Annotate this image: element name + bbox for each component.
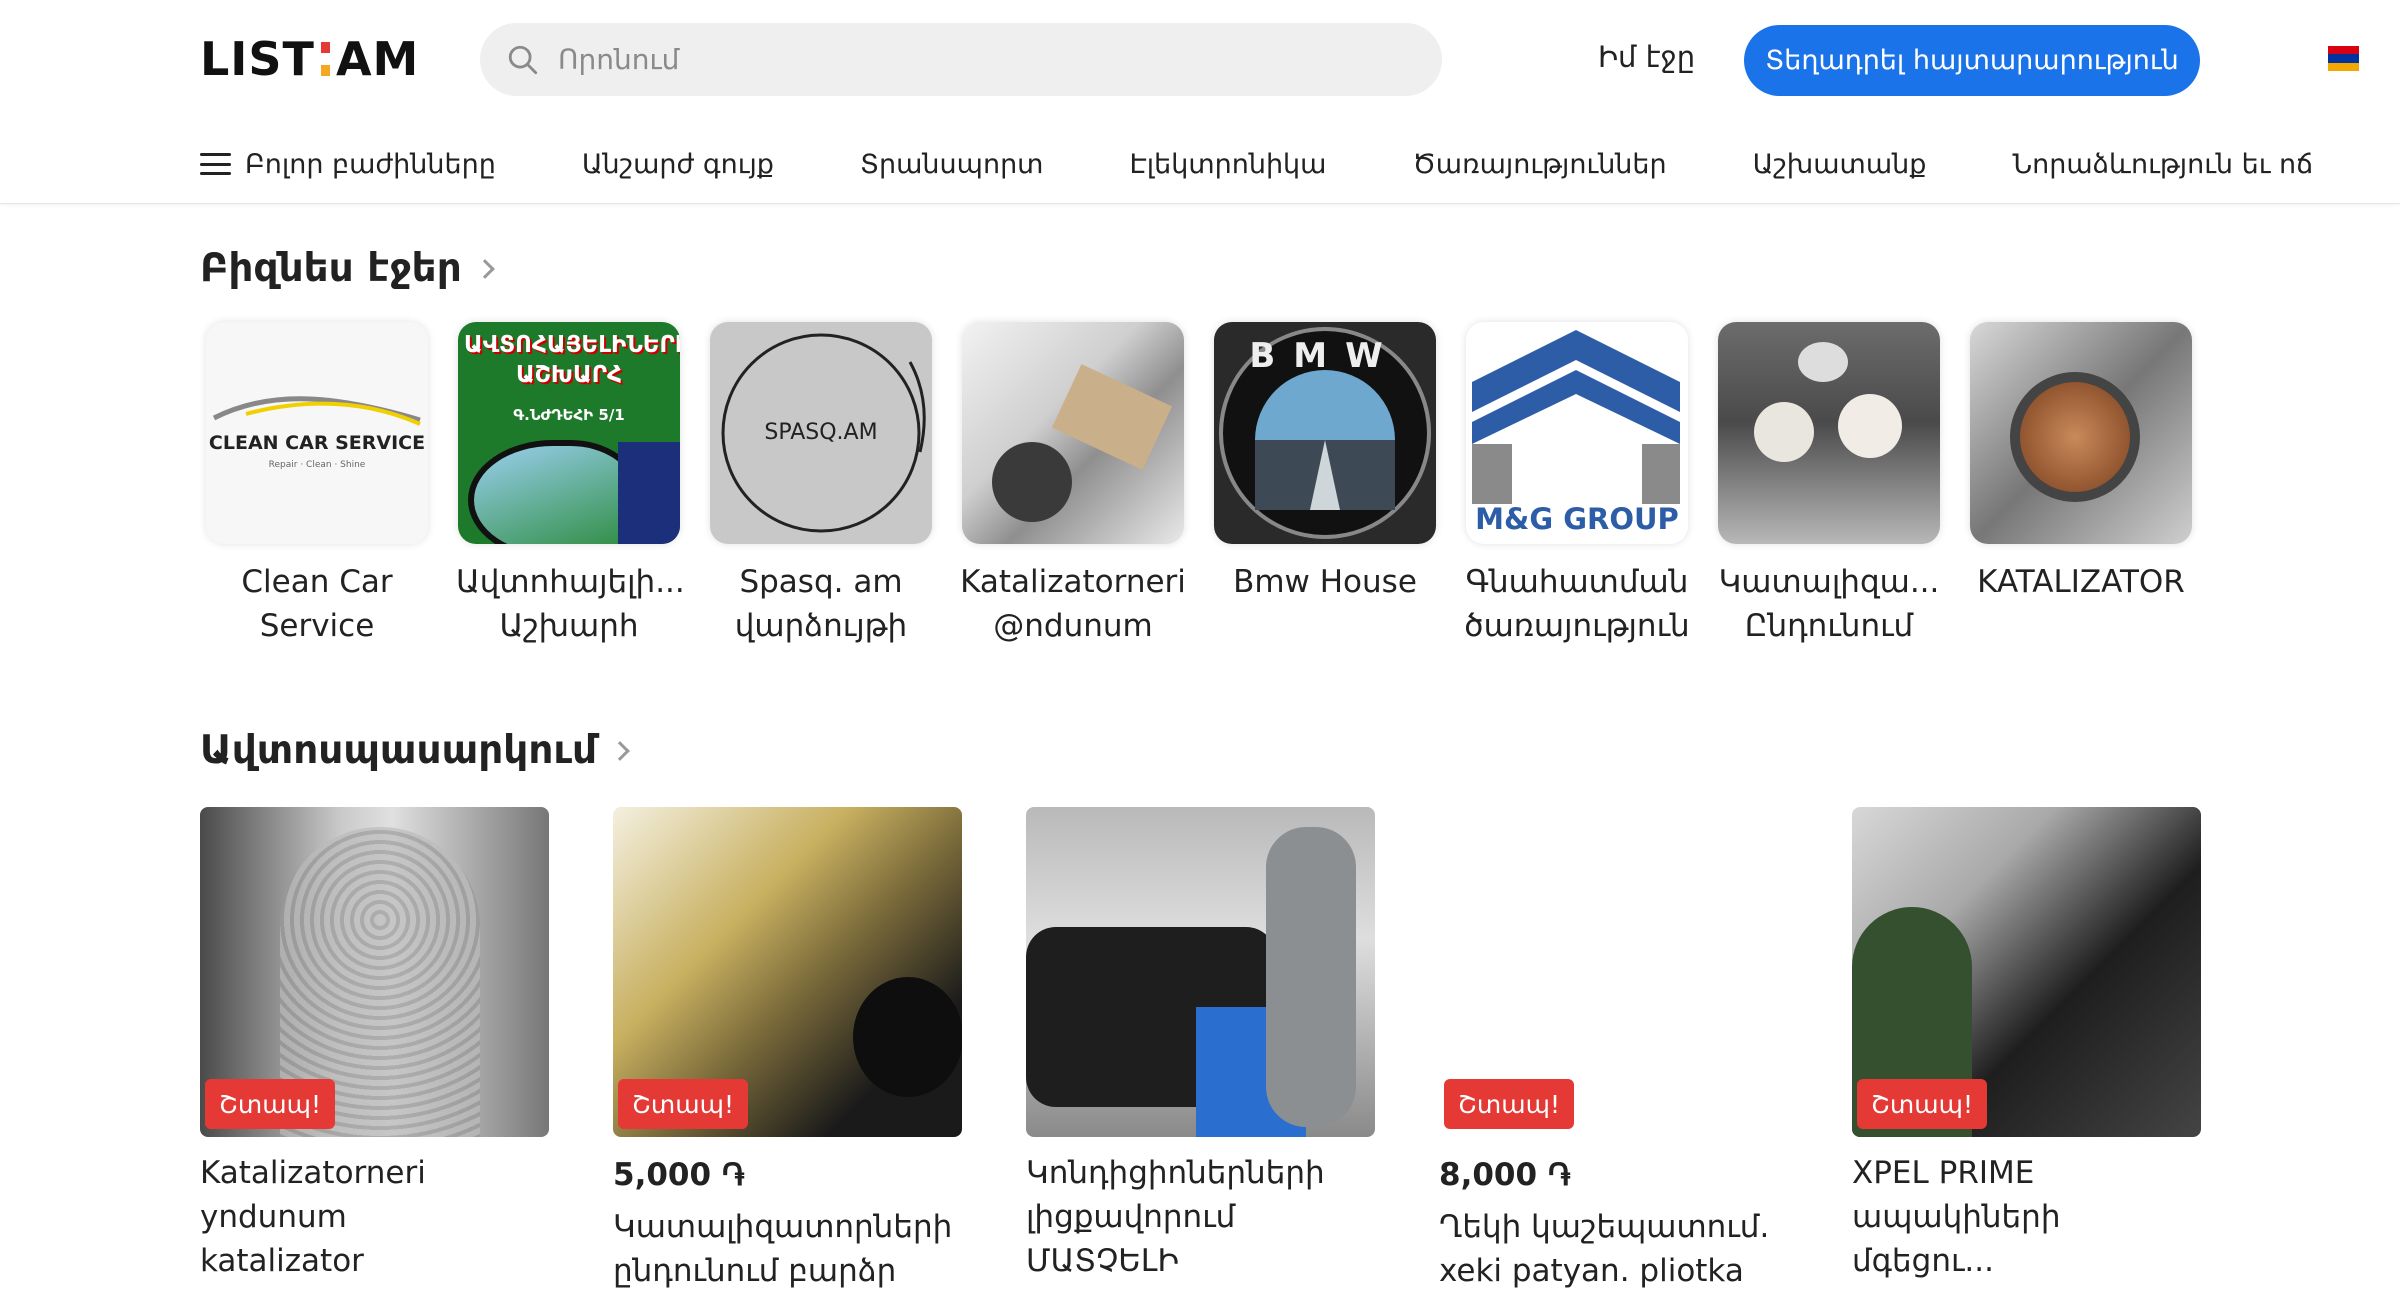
my-page-link[interactable]: Իմ էջը [1598, 40, 1695, 74]
ad-image: Շտապ! [1439, 807, 1788, 1137]
ad-title: Կատալիզատորների ընդունում բարձր [613, 1209, 953, 1289]
site-header: LIST AM Իմ էջը Տեղադրել հայտարարություն … [0, 0, 2400, 204]
autoservice-heading[interactable]: Ավտոսպասարկում [200, 728, 631, 773]
business-name: Ավտոհայելի... Աշխարհ [456, 564, 685, 644]
ad-price: 8,000 ֏ [1439, 1157, 1571, 1193]
business-name: Bmw House [1233, 564, 1417, 600]
urgent-badge: Շտապ! [1444, 1079, 1575, 1129]
ad-card[interactable]: Շտապ! Katalizatorneri yndunum katalizator [200, 807, 550, 1283]
site-logo[interactable]: LIST AM [200, 32, 419, 86]
business-card-spasq[interactable]: SPASQ.AM Spasq. am վարձույթի [708, 322, 934, 648]
business-logo: BMW [1214, 322, 1436, 544]
search-input[interactable] [558, 43, 1378, 76]
business-logo [962, 322, 1184, 544]
business-name: Կատալիզա... Ընդունում [1718, 564, 1940, 644]
ad-title: Կոնդիցիոներների լիցքավորում ՄԱՏՉԵԼԻ [1026, 1155, 1325, 1279]
business-logo: CLEAN CAR SERVICE Repair · Clean · Shine [206, 322, 428, 544]
nav-item-fashion[interactable]: Նորաձևություն եւ ոճ [2012, 149, 2313, 180]
ad-image [1026, 807, 1375, 1137]
urgent-badge: Շտապ! [618, 1079, 749, 1129]
business-logo [1718, 322, 1940, 544]
ad-card[interactable]: Շտապ! XPEL PRIME ապակիների մգեցու... [1852, 807, 2202, 1283]
nav-item-electronics[interactable]: Էլեկտրոնիկա [1129, 149, 1326, 180]
urgent-badge: Շտապ! [205, 1079, 336, 1129]
business-name: Գնահատման ծառայություն [1464, 564, 1690, 644]
ad-title: XPEL PRIME ապակիների մգեցու... [1852, 1155, 2061, 1279]
business-card-clean-car[interactable]: CLEAN CAR SERVICE Repair · Clean · Shine… [204, 322, 430, 648]
business-name: Spasq. am վարձույթի [734, 564, 908, 644]
business-card-mirrors[interactable]: ԱՎՏՈՀԱՅԵԼԻՆԵՐԻ ԱՇԽԱՐՀ Գ.ՆԺԴԵՀԻ 5/1 Ավտոհ… [456, 322, 685, 648]
business-card-mg-group[interactable]: M&G GROUP Գնահատման ծառայություն [1464, 322, 1690, 648]
business-name: KATALIZATOR [1977, 564, 2185, 600]
business-pages-heading[interactable]: Բիզնես էջեր [200, 246, 495, 291]
ad-image: Շտապ! [613, 807, 962, 1137]
nav-item-real-estate[interactable]: Անշարժ գույք [582, 149, 774, 180]
business-logo: ԱՎՏՈՀԱՅԵԼԻՆԵՐԻ ԱՇԽԱՐՀ Գ.ՆԺԴԵՀԻ 5/1 [458, 322, 680, 544]
business-logo: M&G GROUP [1466, 322, 1688, 544]
ad-card[interactable]: Շտապ! 8,000 ֏ Ղեկի կաշեպատում. xeki patya… [1439, 807, 1789, 1293]
business-logo: SPASQ.AM [710, 322, 932, 544]
nav-item-transport[interactable]: Տրանսպորտ [860, 149, 1044, 180]
ad-card[interactable]: Շտապ! 5,000 ֏ Կատալիզատորների ընդունում բ… [613, 807, 963, 1293]
search-icon [508, 45, 538, 74]
post-ad-button[interactable]: Տեղադրել հայտարարություն [1744, 25, 2200, 96]
category-nav: Բոլոր բաժինները Անշարժ գույք Տրանսպորտ Է… [200, 144, 2313, 184]
business-card-katalizator-yndunum[interactable]: Կատալիզա... Ընդունում [1716, 322, 1942, 648]
ad-card[interactable]: Կոնդիցիոներների լիցքավորում ՄԱՏՉԵԼԻ [1026, 807, 1376, 1283]
ad-image: Շտապ! [1852, 807, 2201, 1137]
ad-title: Ղեկի կաշեպատում. xeki patyan. pliotka [1439, 1209, 1770, 1289]
urgent-badge: Շտապ! [1857, 1079, 1988, 1129]
nav-item-jobs[interactable]: Աշխատանք [1753, 149, 1927, 180]
armenian-flag-icon[interactable] [2328, 46, 2359, 71]
nav-item-all-categories[interactable]: Բոլոր բաժինները [200, 149, 496, 180]
business-logo [1970, 322, 2192, 544]
chevron-right-icon [474, 258, 495, 279]
ad-image: Շտապ! [200, 807, 549, 1137]
search-bar[interactable] [480, 23, 1442, 96]
business-card-katalizator[interactable]: KATALIZATOR [1968, 322, 2194, 604]
ad-price: 5,000 ֏ [613, 1157, 745, 1193]
ad-title: Katalizatorneri yndunum katalizator [200, 1155, 426, 1279]
chevron-right-icon [610, 740, 631, 761]
nav-item-services[interactable]: Ծառայություններ [1412, 149, 1666, 180]
business-name: Clean Car Service [241, 564, 393, 644]
business-card-bmw-house[interactable]: BMW Bmw House [1212, 322, 1438, 604]
business-name: Katalizatorneri @ndunum [960, 564, 1186, 644]
business-card-katalizatorneri[interactable]: Katalizatorneri @ndunum [960, 322, 1186, 648]
menu-icon [200, 153, 231, 175]
